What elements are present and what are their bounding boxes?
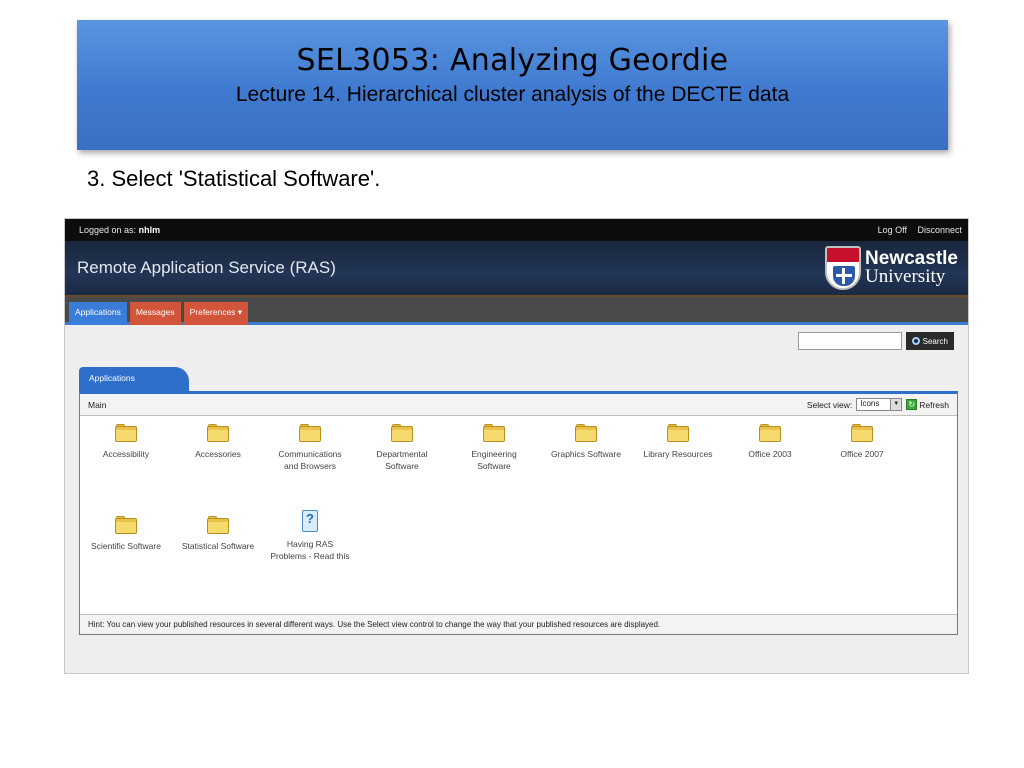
select-view-value: Icons [860, 399, 880, 408]
folder-icon [391, 424, 413, 442]
folder-icon [851, 424, 873, 442]
search-input[interactable] [797, 332, 902, 350]
panel-body: Main Select view: Icons ▼ ↻ Refresh Acce… [79, 391, 958, 635]
crest-icon [825, 246, 862, 290]
logoff-link[interactable]: Log Off [878, 225, 907, 235]
folder-departmental[interactable]: Departmental Software [356, 424, 448, 472]
select-view-label: Select view: [806, 399, 853, 410]
folder-icon [759, 424, 781, 442]
folder-office-2007[interactable]: Office 2007 [816, 424, 908, 460]
search-button[interactable]: Search [905, 332, 954, 350]
help-document[interactable]: ? Having RAS Problems - Read this [264, 510, 356, 562]
folder-icon [207, 516, 229, 534]
folder-statistical[interactable]: Statistical Software [172, 516, 264, 552]
refresh-icon: ↻ [906, 399, 918, 410]
tab-preferences[interactable]: Preferences ▾ [183, 302, 249, 325]
slide-title: SEL3053: Analyzing Geordie [296, 43, 729, 78]
folder-library[interactable]: Library Resources [632, 424, 724, 460]
slide-subtitle: Lecture 14. Hierarchical cluster analysi… [235, 83, 790, 106]
search-area: Search [797, 332, 954, 350]
search-icon [911, 337, 920, 345]
logged-on-label: Logged on as: [79, 225, 137, 235]
folder-scientific[interactable]: Scientific Software [80, 516, 172, 552]
applications-panel: Applications Main Select view: Icons ▼ ↻… [79, 367, 958, 635]
folder-icon [115, 424, 137, 442]
main-tabbar: Applications Messages Preferences ▾ [65, 297, 968, 325]
refresh-label: Refresh [919, 399, 949, 410]
tab-applications[interactable]: Applications [69, 302, 127, 325]
folder-icon [483, 424, 505, 442]
tab-messages[interactable]: Messages [129, 302, 181, 325]
university-logo: Newcastle University [825, 246, 958, 290]
app-banner: Remote Application Service (RAS) Newcast… [65, 241, 968, 297]
select-view-dropdown[interactable]: Icons ▼ [856, 398, 903, 411]
app-title: Remote Application Service (RAS) [77, 258, 336, 277]
refresh-button[interactable]: ↻ Refresh [906, 399, 949, 410]
disconnect-link[interactable]: Disconnect [917, 225, 962, 235]
breadcrumb[interactable]: Main [88, 400, 106, 410]
folder-icon [299, 424, 321, 442]
folder-accessibility[interactable]: Accessibility [80, 424, 172, 460]
folder-icon [575, 424, 597, 442]
search-button-label: Search [922, 336, 948, 346]
folder-icon [115, 516, 137, 534]
folder-icon [667, 424, 689, 442]
folder-engineering[interactable]: Engineering Software [448, 424, 540, 472]
folder-accessories[interactable]: Accessories [172, 424, 264, 460]
view-controls: Select view: Icons ▼ ↻ Refresh [807, 398, 949, 411]
folder-office-2003[interactable]: Office 2003 [724, 424, 816, 460]
chevron-down-icon: ▼ [890, 399, 902, 410]
hint-text: Hint: You can view your published resour… [80, 614, 957, 634]
logo-line2: University [865, 266, 946, 287]
top-bar: Logged on as: nhlm Log Off Disconnect [65, 219, 968, 241]
step-instruction: 3. Select 'Statistical Software'. [87, 166, 381, 191]
slide-header: SEL3053: Analyzing Geordie Lecture 14. H… [77, 20, 948, 150]
session-links: Log Off Disconnect [870, 225, 962, 235]
folder-communications[interactable]: Communications and Browsers [264, 424, 356, 472]
ras-screenshot: Logged on as: nhlm Log Off Disconnect Re… [64, 218, 969, 674]
folder-icon [207, 424, 229, 442]
panel-tab-applications[interactable]: Applications [79, 367, 189, 391]
help-document-icon: ? [300, 510, 320, 534]
logged-on-user: nhlm [138, 225, 161, 235]
logged-on-info: Logged on as: nhlm [79, 225, 160, 235]
folder-graphics[interactable]: Graphics Software [540, 424, 632, 460]
panel-header: Main Select view: Icons ▼ ↻ Refresh [80, 394, 957, 416]
